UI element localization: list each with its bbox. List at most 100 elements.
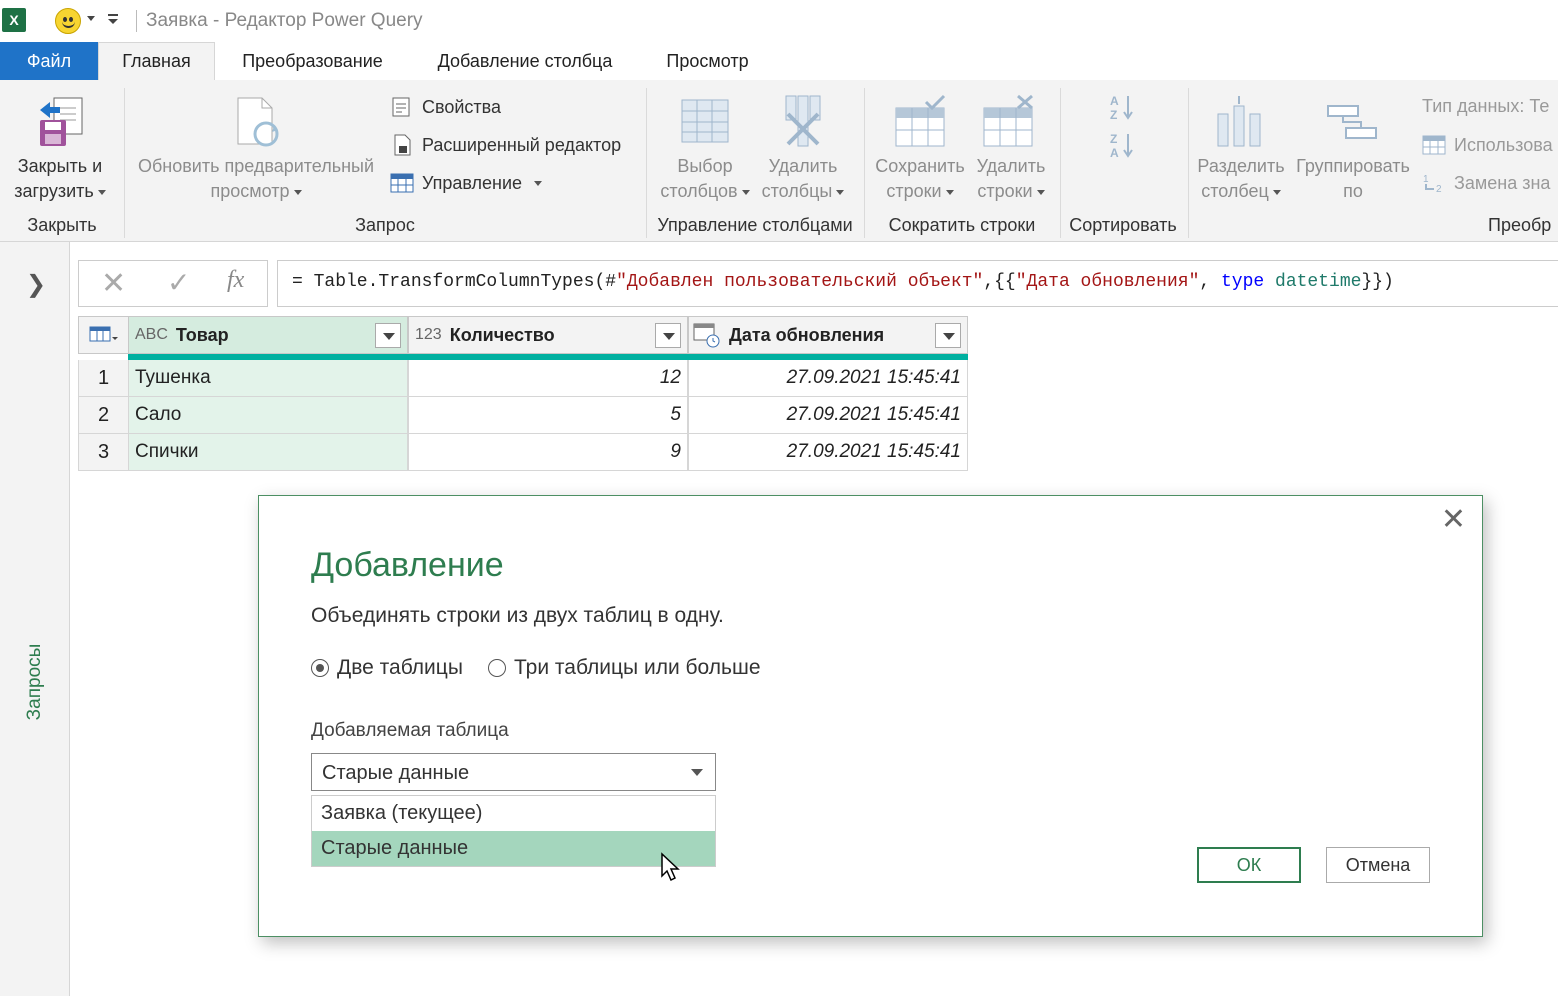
keep-rows-dropdown-icon [945, 189, 954, 195]
remove-rows-icon [983, 94, 1033, 147]
properties-icon [392, 97, 410, 117]
sort-descending-button[interactable]: Z A [1108, 130, 1138, 160]
table-to-append-select[interactable]: Старые данные [311, 753, 716, 791]
group-label-close: Закрыть [27, 215, 97, 235]
sort-ascending-button[interactable]: A Z [1108, 92, 1138, 122]
queries-pane-label[interactable]: Запросы [24, 644, 46, 721]
fx-icon[interactable]: fx [227, 267, 244, 294]
svg-text:Z: Z [1110, 108, 1117, 122]
cancel-button[interactable]: Отмена [1326, 847, 1430, 883]
data-grid: ABC Товар 123 Количество Дата обновления… [78, 316, 968, 471]
choose-columns-label-2: столбцов [660, 181, 738, 201]
mouse-pointer-icon [661, 852, 680, 882]
refresh-dropdown-icon [293, 189, 302, 195]
table-cell[interactable]: 27.09.2021 15:45:41 [688, 434, 968, 471]
filter-dropdown-icon[interactable] [935, 323, 961, 348]
group-label-query: Запрос [355, 215, 415, 235]
formula-string-step: "Добавлен пользовательский объект" [616, 272, 984, 292]
table-cell[interactable]: 5 [408, 397, 688, 434]
row-number[interactable]: 2 [78, 397, 129, 434]
choose-columns-button[interactable]: Выбор столбцов [652, 90, 758, 210]
formula-type: datetime [1275, 272, 1362, 292]
data-type-dropdown[interactable]: Тип данных: Те [1422, 96, 1549, 117]
radio-three-or-more-tables[interactable]: Три таблицы или больше [488, 656, 761, 680]
formula-comma: , [1199, 272, 1221, 292]
whole-number-type-icon[interactable]: 123 [415, 326, 442, 344]
advanced-editor-icon [394, 134, 411, 156]
remove-rows-dropdown-icon [1036, 189, 1045, 195]
refresh-preview-button[interactable]: Обновить предварительный просмотр [130, 90, 382, 210]
keep-rows-label-2: строки [886, 181, 942, 201]
datetime-type-icon[interactable] [693, 322, 721, 348]
tab-home[interactable]: Главная [98, 42, 215, 80]
remove-columns-dropdown-icon [836, 189, 845, 195]
advanced-editor-button[interactable]: Расширенный редактор [390, 134, 621, 156]
group-by-button[interactable]: Группировать по [1290, 90, 1416, 210]
close-load-button[interactable]: Закрыть и загрузить [4, 90, 116, 210]
filter-dropdown-icon[interactable] [655, 323, 681, 348]
close-icon[interactable]: ✕ [1441, 502, 1466, 537]
manage-table-icon [390, 173, 414, 193]
option-current-query[interactable]: Заявка (текущее) [312, 796, 715, 831]
column-header-update-date[interactable]: Дата обновления [688, 316, 968, 354]
manage-label: Управление [422, 172, 523, 193]
manage-button[interactable]: Управление [390, 172, 543, 194]
remove-columns-button[interactable]: Удалить столбцы [758, 90, 848, 210]
manage-dropdown-icon [534, 180, 543, 186]
cancel-formula-icon[interactable]: ✕ [101, 266, 126, 301]
chevron-right-icon[interactable]: ❯ [26, 270, 46, 299]
split-column-button[interactable]: Разделить столбец [1194, 90, 1288, 210]
option-old-data[interactable]: Старые данные [312, 831, 715, 866]
use-first-row-button[interactable]: Использова [1422, 134, 1553, 156]
table-cell[interactable]: Сало [128, 397, 408, 434]
tab-transform[interactable]: Преобразование [225, 42, 400, 80]
dialog-description: Объединять строки из двух таблиц в одну. [311, 604, 724, 627]
group-label-transform: Преобр [1488, 215, 1552, 235]
table-cell[interactable]: Тушенка [128, 360, 408, 397]
table-options-list: Заявка (текущее) Старые данные [311, 795, 716, 867]
table-menu-button[interactable] [78, 316, 129, 354]
group-by-label-2: по [1343, 181, 1363, 201]
properties-button[interactable]: Свойства [390, 96, 501, 118]
title-separator [136, 10, 137, 32]
column-header-label: Товар [175, 324, 229, 345]
ribbon-tabs: Файл Главная Преобразование Добавление с… [0, 42, 1558, 80]
radio-button-selected[interactable] [311, 659, 329, 677]
quick-access-customize-icon[interactable] [108, 14, 118, 26]
keep-rows-button[interactable]: Сохранить строки [870, 90, 970, 210]
radio-two-tables[interactable]: Две таблицы [311, 656, 463, 680]
column-header-quantity[interactable]: 123 Количество [408, 316, 688, 354]
filter-dropdown-icon[interactable] [375, 323, 401, 348]
table-to-append-label: Добавляемая таблица [311, 720, 509, 741]
remove-rows-button[interactable]: Удалить строки [970, 90, 1052, 210]
tab-file[interactable]: Файл [0, 42, 98, 80]
remove-columns-label-2: столбцы [761, 181, 833, 201]
table-cell[interactable]: 27.09.2021 15:45:41 [688, 360, 968, 397]
sort-ascending-icon: A Z [1110, 94, 1133, 122]
replace-values-button[interactable]: 12 Замена зна [1422, 172, 1550, 195]
row-number[interactable]: 3 [78, 434, 129, 471]
feedback-smiley-icon[interactable] [55, 8, 81, 34]
text-type-icon[interactable]: ABC [135, 326, 168, 344]
svg-text:A: A [1110, 146, 1119, 160]
confirm-formula-icon[interactable]: ✓ [167, 266, 190, 299]
feedback-dropdown-icon[interactable] [87, 16, 95, 21]
tab-add-column[interactable]: Добавление столбца [420, 42, 630, 80]
row-number[interactable]: 1 [78, 360, 129, 397]
formula-bar[interactable]: = Table.TransformColumnTypes(#"Добавлен … [277, 260, 1558, 307]
ok-button[interactable]: ОК [1197, 847, 1301, 883]
table-cell[interactable]: Спички [128, 434, 408, 471]
close-load-label-2: загрузить [14, 181, 94, 201]
formula-brace: ,{{ [983, 272, 1016, 292]
radio-button[interactable] [488, 659, 506, 677]
keep-rows-label-1: Сохранить [875, 156, 965, 176]
table-cell[interactable]: 9 [408, 434, 688, 471]
table-cell[interactable]: 27.09.2021 15:45:41 [688, 397, 968, 434]
window-title: Заявка - Редактор Power Query [146, 10, 423, 31]
queries-pane: ❯ Запросы [0, 242, 70, 996]
split-column-icon [1217, 96, 1261, 147]
table-cell[interactable]: 12 [408, 360, 688, 397]
tab-view[interactable]: Просмотр [650, 42, 765, 80]
column-header-tovar[interactable]: ABC Товар [128, 316, 408, 354]
group-by-icon [1327, 105, 1377, 139]
